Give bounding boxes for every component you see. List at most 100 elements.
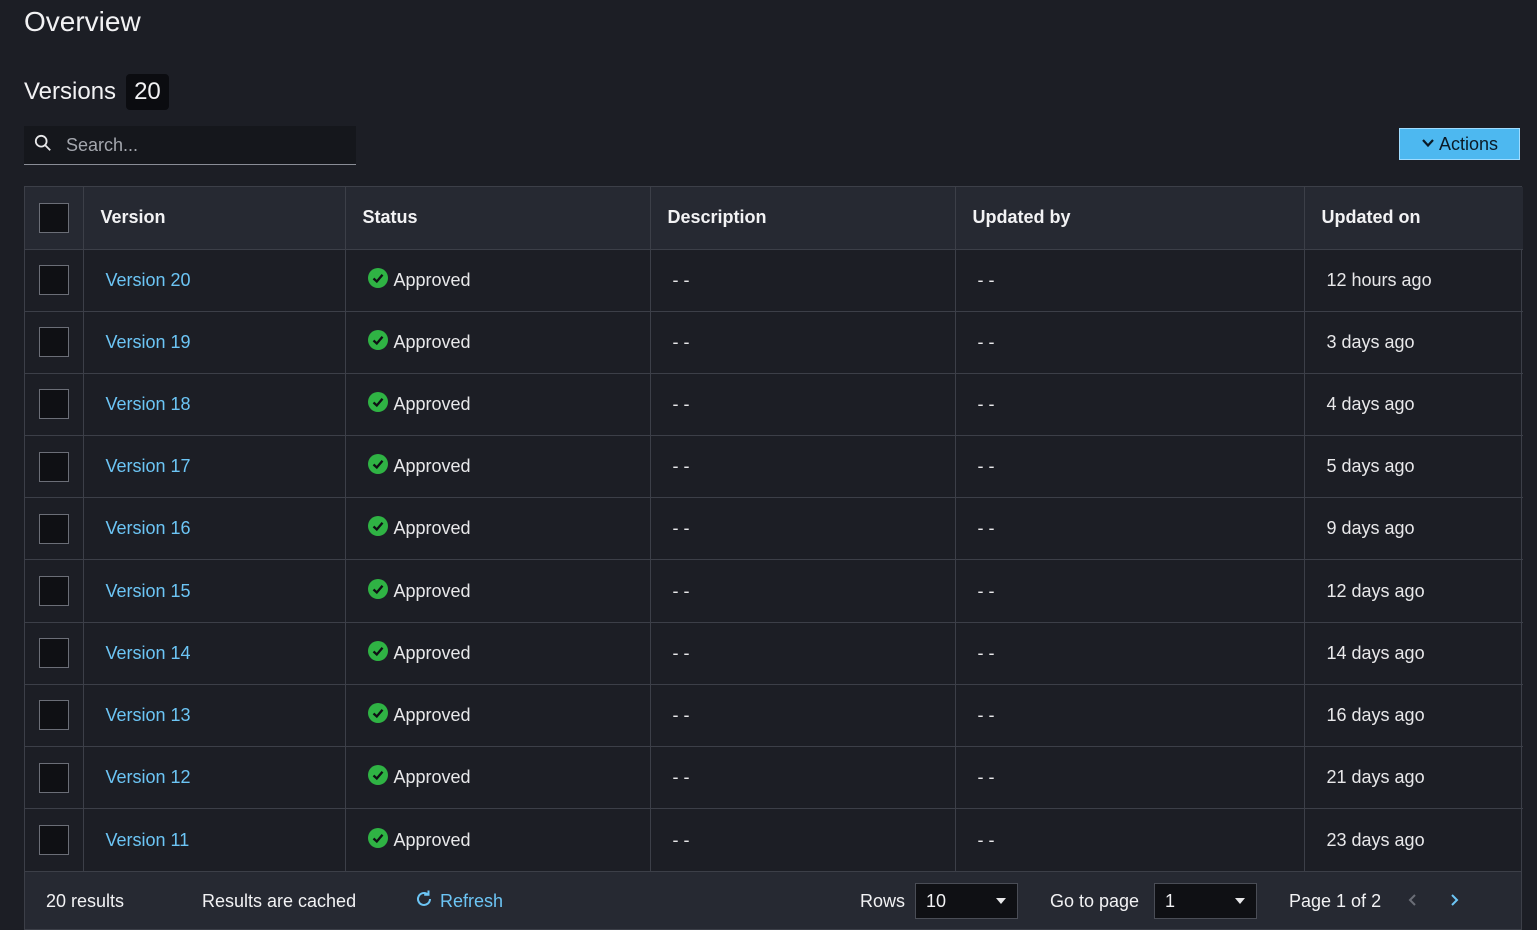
actions-label: Actions: [1438, 133, 1499, 154]
status-indicator: Approved: [367, 329, 650, 355]
check-circle-icon: [367, 827, 388, 853]
status-label: Approved: [393, 642, 471, 663]
table-row: Version 11 Approved - - - - 23 days ago: [25, 808, 1523, 871]
check-circle-icon: [367, 516, 388, 541]
updated-on-cell: 12 days ago: [1326, 580, 1425, 601]
status-label: Approved: [393, 269, 471, 290]
updated-by-cell: - -: [955, 249, 1305, 312]
row-select-cell: [25, 808, 84, 871]
row-checkbox[interactable]: [38, 451, 69, 482]
row-checkbox[interactable]: [38, 576, 69, 607]
status-cell: Approved: [345, 622, 651, 685]
description-cell: - -: [650, 373, 956, 436]
version-link[interactable]: Version 11: [106, 830, 190, 850]
row-checkbox[interactable]: [38, 825, 69, 856]
row-checkbox[interactable]: [38, 700, 69, 731]
row-checkbox[interactable]: [38, 389, 69, 420]
table-footer: 20 results Results are cached Refresh Ro…: [25, 871, 1521, 929]
version-link[interactable]: Version 20: [106, 270, 191, 290]
version-link[interactable]: Version 12: [106, 767, 191, 787]
version-link[interactable]: Version 15: [106, 581, 191, 601]
version-link[interactable]: Version 18: [106, 394, 191, 414]
column-header-version[interactable]: Version: [83, 187, 346, 249]
version-cell: Version 18: [83, 373, 346, 436]
updated-by-cell: - -: [955, 622, 1305, 685]
version-cell: Version 13: [83, 684, 346, 747]
description-cell: - -: [650, 808, 956, 871]
search-icon: [34, 134, 52, 157]
updated-by-cell: - -: [955, 746, 1305, 809]
version-link[interactable]: Version 16: [106, 518, 191, 538]
search-input[interactable]: [66, 134, 326, 156]
status-cell: Approved: [345, 497, 651, 560]
column-header-updated-on[interactable]: Updated on: [1304, 187, 1523, 249]
versions-heading: Versions 20: [24, 74, 169, 110]
versions-count-badge: 20: [126, 74, 169, 110]
updated-by-cell: - -: [955, 497, 1305, 560]
updated-by-cell: - -: [955, 808, 1305, 871]
status-cell: Approved: [345, 808, 651, 871]
column-header-updated-by[interactable]: Updated by: [955, 187, 1305, 249]
status-label: Approved: [393, 518, 471, 539]
row-select-cell: [25, 373, 84, 436]
check-circle-icon: [367, 702, 388, 728]
version-link[interactable]: Version 19: [106, 332, 191, 352]
description-cell: - -: [650, 497, 956, 560]
row-checkbox[interactable]: [38, 327, 69, 358]
updated-on-cell: 23 days ago: [1326, 829, 1425, 850]
version-link[interactable]: Version 13: [106, 705, 191, 725]
go-to-page-select[interactable]: 1: [1154, 883, 1257, 919]
status-label: Approved: [393, 767, 471, 788]
status-indicator: Approved: [367, 827, 650, 853]
status-indicator: Approved: [367, 640, 650, 666]
row-select-cell: [25, 559, 84, 623]
table-row: Version 19 Approved - - - - 3 days ago: [25, 311, 1523, 374]
status-indicator: Approved: [367, 578, 650, 604]
version-link[interactable]: Version 17: [106, 456, 191, 476]
status-indicator: Approved: [367, 516, 650, 541]
status-label: Approved: [393, 393, 471, 414]
row-checkbox[interactable]: [38, 265, 69, 296]
table-row: Version 14 Approved - - - - 14 days ago: [25, 622, 1523, 685]
table-row: Version 12 Approved - - - - 21 days ago: [25, 746, 1523, 809]
actions-button[interactable]: Actions: [1399, 128, 1520, 160]
go-to-page-label: Go to page: [1050, 890, 1140, 911]
updated-on-cell: 3 days ago: [1326, 331, 1415, 352]
table-row: Version 13 Approved - - - - 16 days ago: [25, 684, 1523, 747]
check-circle-icon: [367, 454, 388, 479]
previous-page-button[interactable]: [1406, 872, 1420, 930]
row-select-cell: [25, 249, 84, 312]
column-header-description[interactable]: Description: [650, 187, 956, 249]
table-row: Version 18 Approved - - - - 4 days ago: [25, 373, 1523, 436]
row-select-cell: [25, 622, 84, 685]
chevron-right-icon: [1447, 891, 1461, 912]
check-circle-icon: [367, 765, 388, 790]
updated-on-cell: 5 days ago: [1326, 456, 1415, 477]
row-checkbox[interactable]: [38, 762, 69, 793]
updated-on-cell: 4 days ago: [1326, 393, 1415, 414]
versions-label: Versions: [24, 78, 117, 105]
description-cell: - -: [650, 435, 956, 498]
rows-per-page-select[interactable]: 10: [915, 883, 1018, 919]
row-select-cell: [25, 497, 84, 560]
version-cell: Version 20: [83, 249, 346, 312]
next-page-button[interactable]: [1447, 872, 1461, 930]
check-circle-icon: [367, 329, 388, 355]
search-box[interactable]: [24, 126, 356, 165]
status-indicator: Approved: [367, 267, 650, 293]
select-all-checkbox[interactable]: [38, 202, 69, 233]
status-cell: Approved: [345, 311, 651, 374]
row-checkbox[interactable]: [38, 638, 69, 669]
column-header-status[interactable]: Status: [345, 187, 651, 249]
cache-status: Results are cached: [202, 890, 357, 911]
version-cell: Version 14: [83, 622, 346, 685]
row-checkbox[interactable]: [38, 513, 69, 544]
description-cell: - -: [650, 311, 956, 374]
chevron-down-icon: [1421, 134, 1435, 155]
version-link[interactable]: Version 14: [106, 643, 191, 663]
version-cell: Version 17: [83, 435, 346, 498]
row-select-cell: [25, 435, 84, 498]
version-cell: Version 19: [83, 311, 346, 374]
refresh-button[interactable]: Refresh: [414, 872, 503, 930]
status-label: Approved: [393, 580, 471, 601]
